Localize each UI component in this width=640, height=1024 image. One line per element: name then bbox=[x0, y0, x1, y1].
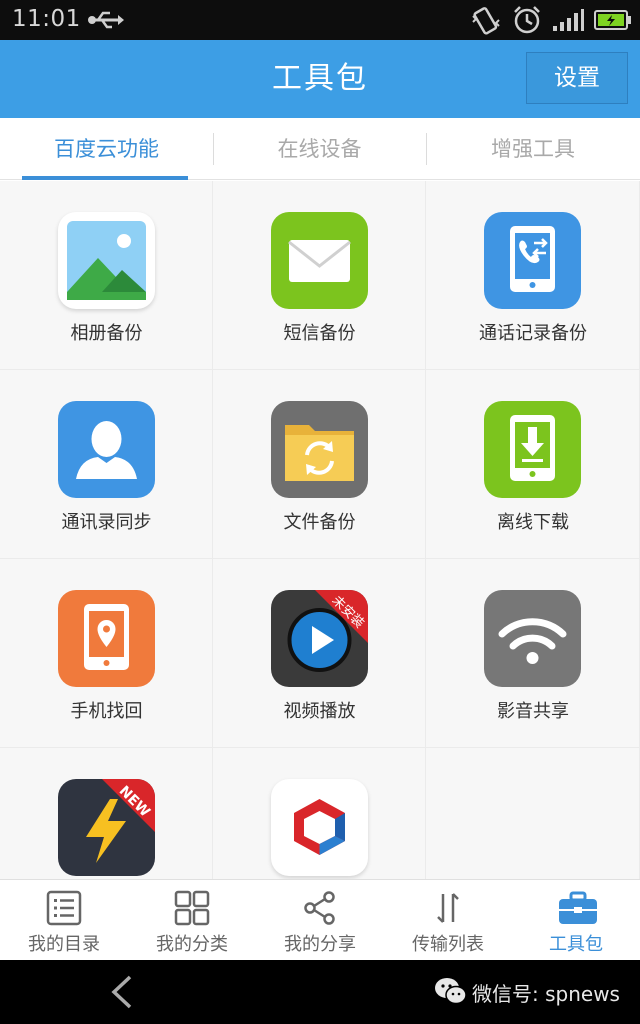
nav-my-share[interactable]: 我的分享 bbox=[256, 880, 384, 961]
nav-label: 我的分享 bbox=[284, 934, 356, 955]
nav-label: 我的目录 bbox=[28, 934, 100, 955]
folder-sync-icon bbox=[271, 401, 368, 498]
tool-file-backup[interactable]: 文件备份 bbox=[213, 370, 426, 559]
nav-my-directory[interactable]: 我的目录 bbox=[0, 880, 128, 961]
tab-online-devices[interactable]: 在线设备 bbox=[213, 118, 426, 180]
cube-logo-icon bbox=[271, 779, 368, 876]
tool-label: 短信备份 bbox=[283, 323, 356, 344]
signal-icon bbox=[553, 9, 584, 31]
tab-bar: 百度云功能 在线设备 增强工具 bbox=[0, 118, 640, 180]
tool-offline-download[interactable]: 离线下载 bbox=[426, 370, 640, 559]
tab-baidu-cloud[interactable]: 百度云功能 bbox=[0, 118, 213, 180]
nav-my-category[interactable]: 我的分类 bbox=[128, 880, 256, 961]
vibrate-icon bbox=[472, 7, 500, 35]
tool-grid: 相册备份 短信备份 通话记录备份 通讯录同步 文件备份 离线下载 手机找回 未安… bbox=[0, 181, 640, 879]
status-bar: 11:01 bbox=[0, 0, 640, 40]
nav-transfer-list[interactable]: 传输列表 bbox=[384, 880, 512, 961]
list-icon bbox=[46, 890, 82, 926]
battery-icon bbox=[594, 10, 631, 30]
tool-label: 相册备份 bbox=[70, 323, 143, 344]
usb-icon bbox=[88, 11, 124, 29]
offline-download-icon bbox=[484, 401, 581, 498]
status-time: 11:01 bbox=[12, 6, 81, 32]
tool-label: 手机找回 bbox=[70, 701, 143, 722]
contact-person-icon bbox=[58, 401, 155, 498]
tab-indicator bbox=[22, 176, 188, 180]
nav-label: 传输列表 bbox=[412, 934, 484, 955]
tool-label: 通讯录同步 bbox=[61, 512, 152, 533]
tool-call-log-backup[interactable]: 通话记录备份 bbox=[426, 181, 640, 370]
nav-label: 我的分类 bbox=[156, 934, 228, 955]
tool-contacts-sync[interactable]: 通讯录同步 bbox=[0, 370, 213, 559]
tool-media-share[interactable]: 影音共享 bbox=[426, 559, 640, 748]
tab-enhance-tools[interactable]: 增强工具 bbox=[426, 118, 640, 180]
video-play-icon: 未安装 bbox=[271, 590, 368, 687]
nav-label: 工具包 bbox=[549, 934, 603, 955]
nav-toolbox[interactable]: 工具包 bbox=[512, 880, 640, 961]
tool-sms-backup[interactable]: 短信备份 bbox=[213, 181, 426, 370]
settings-button[interactable]: 设置 bbox=[526, 52, 628, 104]
wifi-share-icon bbox=[484, 590, 581, 687]
toolbox-icon bbox=[559, 891, 597, 924]
sms-envelope-icon bbox=[271, 212, 368, 309]
back-icon[interactable] bbox=[108, 974, 136, 1010]
watermark-text: 微信号: spnews bbox=[472, 982, 620, 1006]
tool-speedup[interactable]: NEW bbox=[0, 748, 213, 879]
tool-label: 影音共享 bbox=[497, 701, 569, 722]
tool-cube-app[interactable] bbox=[213, 748, 426, 879]
title-bar: 工具包 设置 bbox=[0, 40, 640, 118]
tool-photo-backup[interactable]: 相册备份 bbox=[0, 181, 213, 370]
phone-locate-icon bbox=[58, 590, 155, 687]
wechat-icon bbox=[435, 978, 467, 1005]
empty-cell bbox=[426, 748, 640, 879]
grid-icon bbox=[174, 890, 210, 926]
share-icon bbox=[304, 891, 335, 925]
tool-label: 离线下载 bbox=[497, 512, 569, 533]
lightning-icon: NEW bbox=[58, 779, 155, 876]
tool-label: 视频播放 bbox=[283, 701, 356, 722]
transfer-icon bbox=[437, 893, 459, 923]
photo-album-icon bbox=[58, 212, 155, 309]
tool-label: 文件备份 bbox=[283, 512, 356, 533]
call-log-icon bbox=[484, 212, 581, 309]
tool-video-play[interactable]: 未安装 视频播放 bbox=[213, 559, 426, 748]
alarm-icon bbox=[514, 6, 540, 34]
tool-phone-recovery[interactable]: 手机找回 bbox=[0, 559, 213, 748]
bottom-nav: 我的目录 我的分类 我的分享 传输列表 工具包 bbox=[0, 879, 640, 960]
tool-label: 通话记录备份 bbox=[479, 323, 587, 344]
